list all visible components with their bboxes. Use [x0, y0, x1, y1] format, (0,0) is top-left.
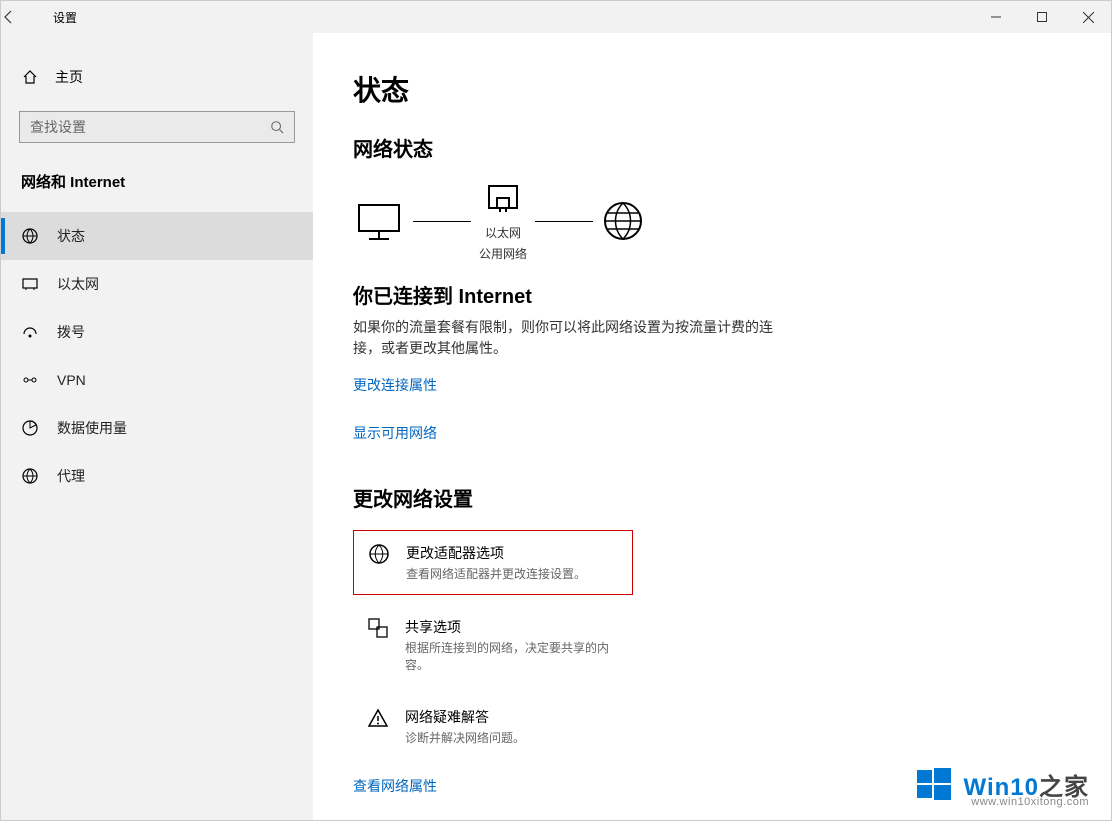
diagram-label-2: 公用网络 — [479, 245, 527, 262]
home-icon — [21, 68, 39, 86]
sidebar-item-status[interactable]: 状态 — [1, 212, 313, 260]
sidebar: 主页 查找设置 网络和 Internet 状态 以太网 — [1, 33, 313, 820]
sharing-icon — [367, 617, 389, 639]
sidebar-item-label: 数据使用量 — [57, 418, 127, 438]
search-icon — [270, 120, 284, 134]
section-network-status: 网络状态 — [353, 133, 1071, 162]
sidebar-item-label: 以太网 — [57, 274, 99, 294]
warning-icon — [367, 707, 389, 729]
sidebar-item-proxy[interactable]: 代理 — [1, 452, 313, 500]
ethernet-icon — [21, 275, 39, 293]
sidebar-item-label: 拨号 — [57, 322, 85, 342]
section-change-network-settings: 更改网络设置 — [353, 483, 1071, 512]
connected-desc: 如果你的流量套餐有限制，则你可以将此网络设置为按流量计费的连接，或者更改其他属性… — [353, 317, 773, 359]
watermark: Win10之家 www.win10xitong.com — [914, 764, 1089, 804]
data-usage-icon — [21, 419, 39, 437]
back-button[interactable] — [1, 9, 49, 25]
option-change-adapter[interactable]: 更改适配器选项 查看网络适配器并更改连接设置。 — [353, 530, 633, 595]
link-windows-firewall[interactable]: Windows 防火墙 — [353, 818, 1071, 820]
option-title: 网络疑难解答 — [405, 707, 525, 727]
home-label: 主页 — [55, 67, 83, 87]
computer-icon — [353, 199, 405, 243]
watermark-url: www.win10xitong.com — [971, 796, 1089, 808]
search-placeholder: 查找设置 — [30, 117, 86, 137]
globe-icon — [601, 199, 645, 243]
sidebar-item-dialup[interactable]: 拨号 — [1, 308, 313, 356]
maximize-button[interactable] — [1019, 1, 1065, 33]
home-link[interactable]: 主页 — [1, 57, 313, 97]
option-sub: 查看网络适配器并更改连接设置。 — [406, 565, 586, 582]
connector-line — [535, 221, 593, 222]
main-content: 状态 网络状态 以太网 公用网络 你已连接到 Internet 如果你的流量套餐… — [313, 33, 1111, 820]
sidebar-item-ethernet[interactable]: 以太网 — [1, 260, 313, 308]
network-diagram: 以太网 公用网络 — [353, 180, 1071, 262]
sidebar-item-label: 状态 — [57, 226, 85, 246]
sidebar-item-label: 代理 — [57, 466, 85, 486]
option-troubleshoot[interactable]: 网络疑难解答 诊断并解决网络问题。 — [353, 695, 633, 758]
adapter-icon — [368, 543, 390, 565]
sidebar-item-vpn[interactable]: VPN — [1, 356, 313, 404]
windows-logo-icon — [914, 764, 954, 804]
status-icon — [21, 227, 39, 245]
sidebar-nav: 状态 以太网 拨号 VPN — [1, 212, 313, 500]
search-input[interactable]: 查找设置 — [19, 111, 295, 143]
window-title: 设置 — [49, 9, 77, 26]
link-change-connection-props[interactable]: 更改连接属性 — [353, 375, 1071, 395]
sidebar-category: 网络和 Internet — [1, 161, 313, 198]
dialup-icon — [21, 323, 39, 341]
titlebar: 设置 — [1, 1, 1111, 33]
option-title: 更改适配器选项 — [406, 543, 586, 563]
proxy-icon — [21, 467, 39, 485]
sidebar-item-label: VPN — [57, 372, 86, 388]
minimize-button[interactable] — [973, 1, 1019, 33]
connector-line — [413, 221, 471, 222]
sidebar-item-data-usage[interactable]: 数据使用量 — [1, 404, 313, 452]
option-sub: 诊断并解决网络问题。 — [405, 729, 525, 746]
connected-title: 你已连接到 Internet — [353, 280, 1071, 309]
diagram-label-1: 以太网 — [485, 224, 521, 241]
vpn-icon — [21, 371, 39, 389]
close-button[interactable] — [1065, 1, 1111, 33]
ethernet-port-icon — [483, 180, 523, 220]
page-title: 状态 — [353, 69, 1071, 109]
option-sharing[interactable]: 共享选项 根据所连接到的网络，决定要共享的内容。 — [353, 605, 633, 685]
link-show-available-networks[interactable]: 显示可用网络 — [353, 423, 1071, 443]
option-sub: 根据所连接到的网络，决定要共享的内容。 — [405, 639, 619, 673]
option-title: 共享选项 — [405, 617, 619, 637]
